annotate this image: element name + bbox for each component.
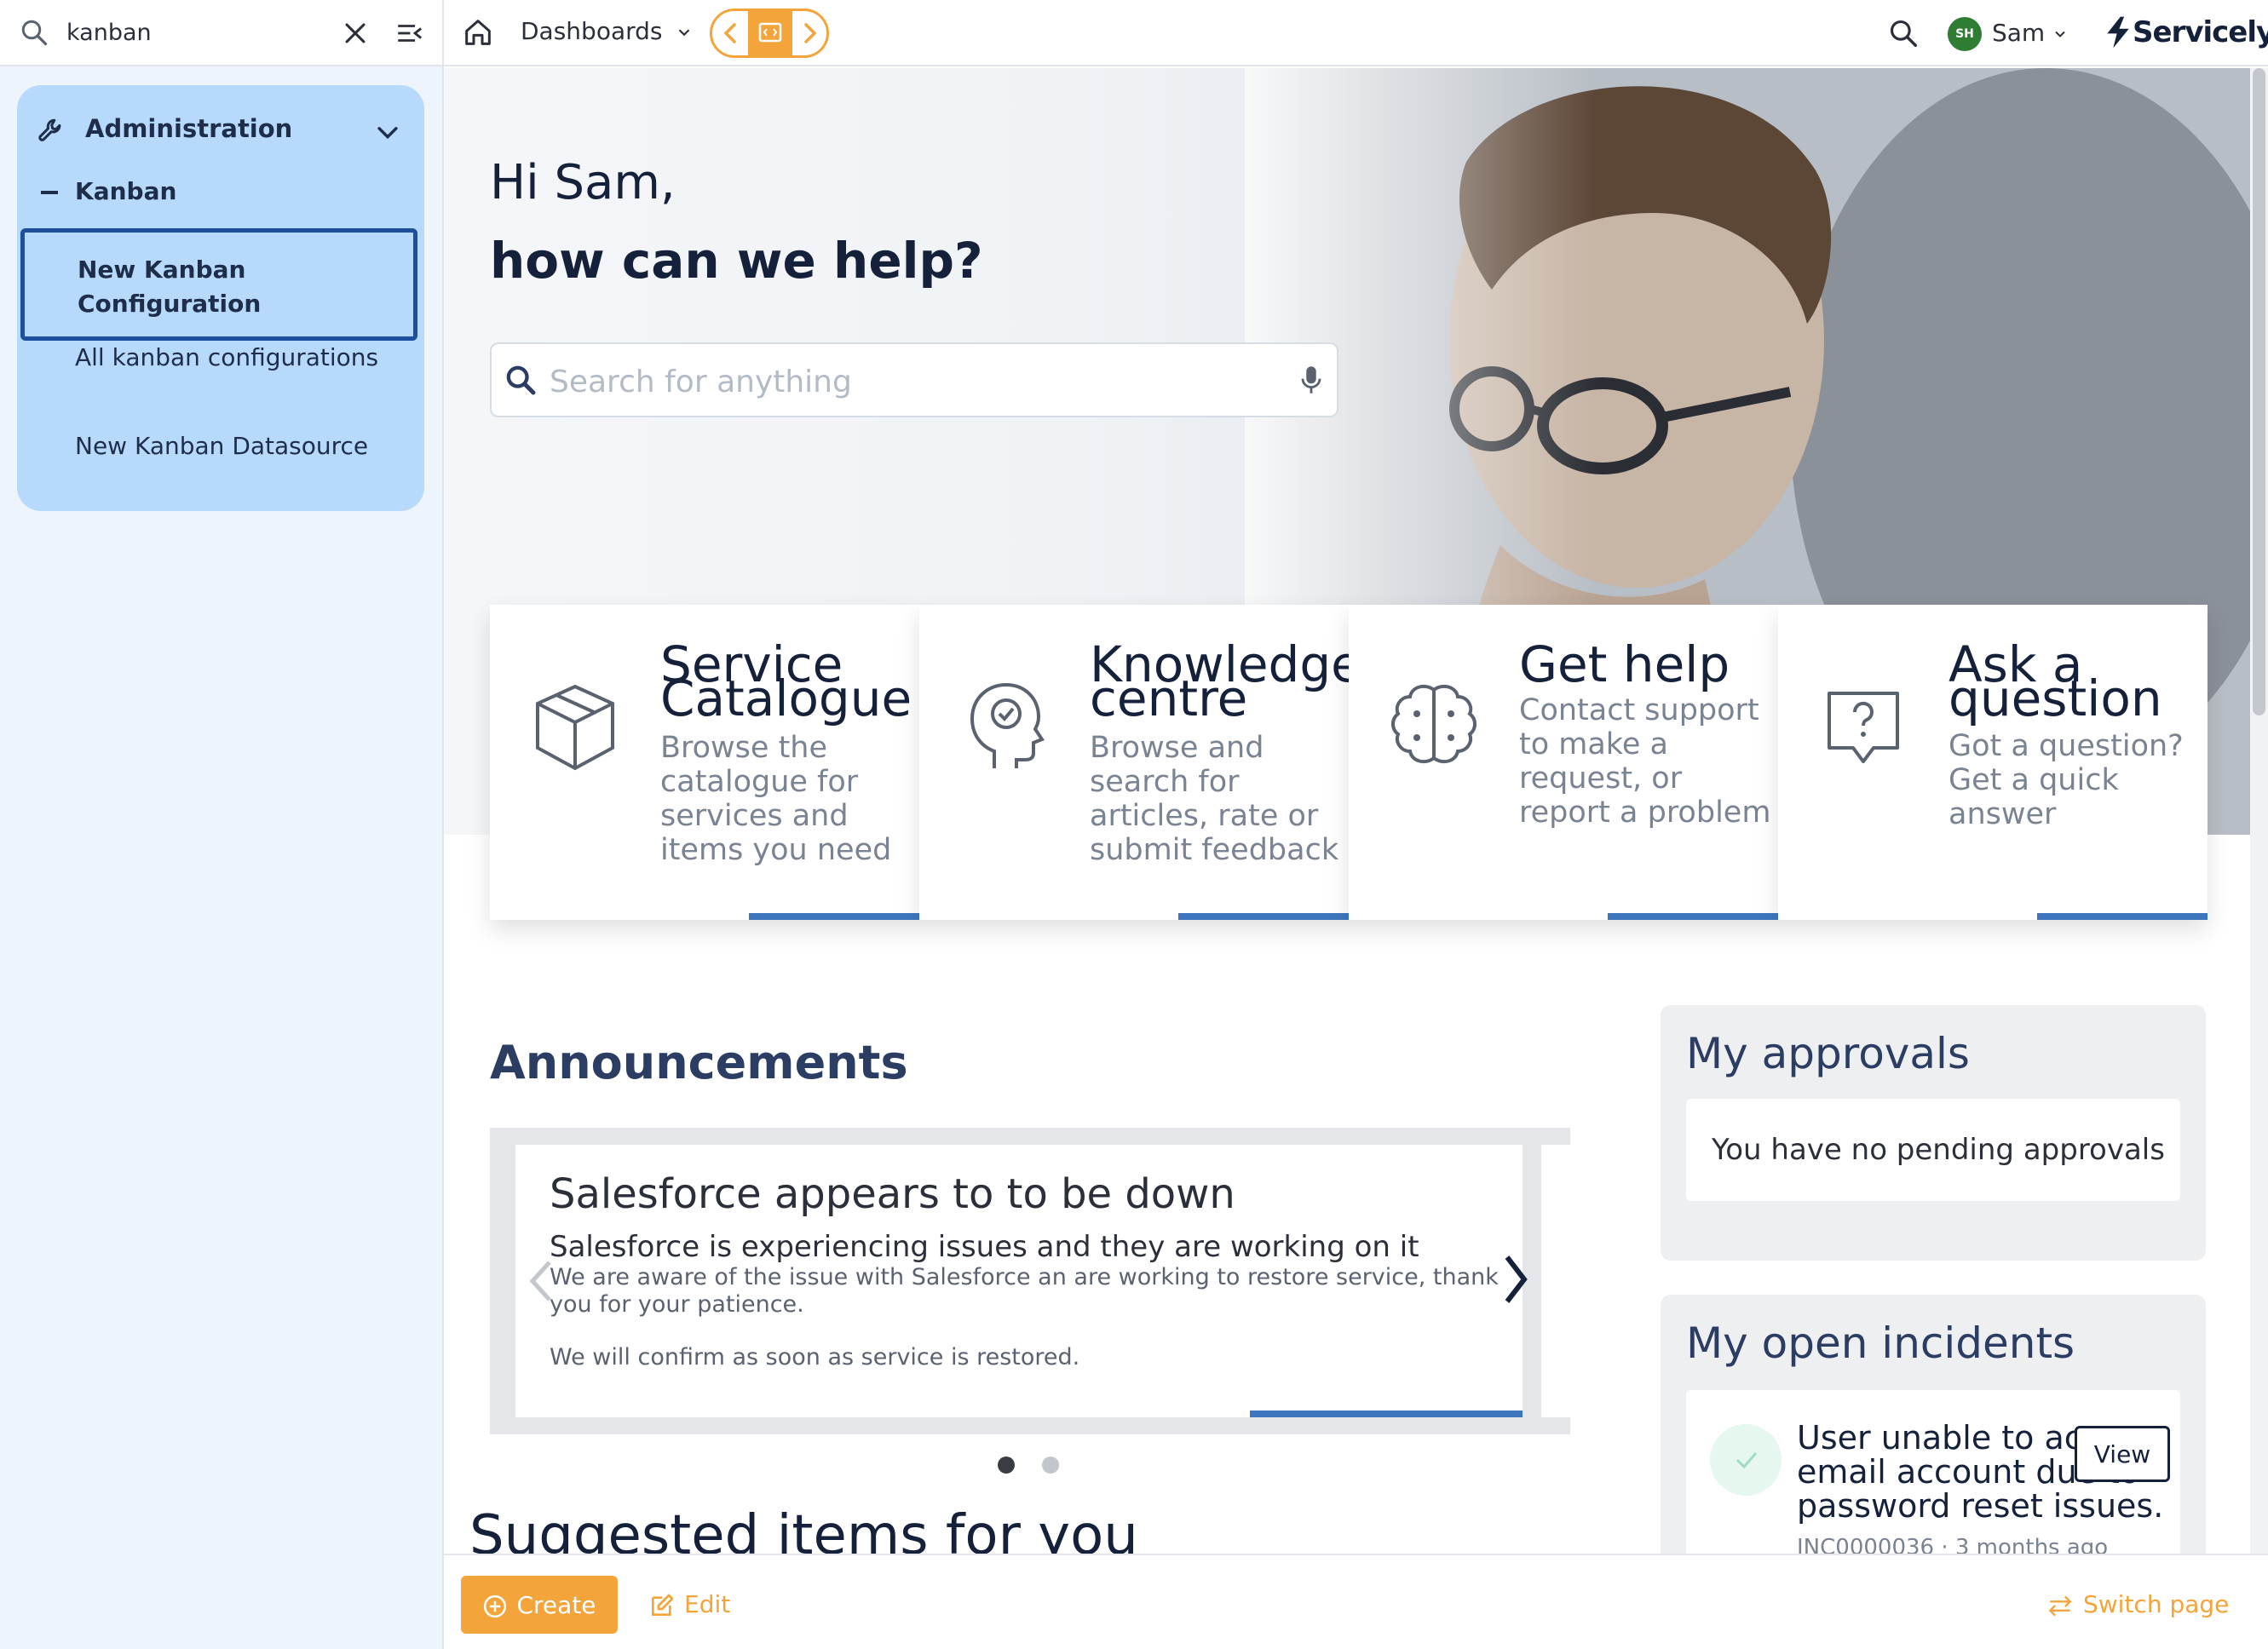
- tile-get-help[interactable]: Get help Contact support to make a reque…: [1349, 605, 1778, 920]
- brand-name: Servicely: [2133, 15, 2268, 49]
- switch-page-button[interactable]: Switch page: [2046, 1576, 2229, 1634]
- nav-item-all-kanban-configurations[interactable]: All kanban configurations: [75, 341, 399, 375]
- greeting-headline: how can we help?: [490, 232, 983, 290]
- announcement-card[interactable]: Salesforce appears to to be down Salesfo…: [515, 1145, 1523, 1417]
- chevron-left-icon[interactable]: [524, 1255, 558, 1307]
- edit-button[interactable]: Edit: [648, 1576, 730, 1634]
- page-nav-pill: [710, 9, 829, 58]
- tile-title: Service Catalogue: [660, 635, 912, 727]
- tile-accent-bar: [2037, 913, 2208, 920]
- bottom-action-bar: Create Edit Switch page: [444, 1554, 2268, 1649]
- tile-title: Ask a question: [1949, 635, 2162, 727]
- announcements-title: Announcements: [490, 1036, 908, 1089]
- incident-item[interactable]: User unable to access email account due …: [1686, 1390, 2180, 1554]
- search-icon: [21, 20, 48, 46]
- tile-title: Knowledge centre: [1090, 635, 1361, 727]
- scrollbar-thumb[interactable]: [2253, 68, 2265, 715]
- nav-item-new-kanban-configuration[interactable]: New Kanban Configuration: [20, 228, 417, 341]
- filter-bar: [0, 0, 442, 66]
- filter-navigator-panel: Administration Kanban New Kanban Configu…: [0, 0, 444, 1649]
- plus-circle-icon: [484, 1594, 507, 1617]
- announcement-subheading: Salesforce is experiencing issues and th…: [550, 1230, 1419, 1264]
- box-icon: [536, 684, 614, 771]
- nav-section-administration[interactable]: Administration: [17, 102, 424, 158]
- my-open-incidents-panel: My open incidents User unable to access …: [1661, 1295, 2206, 1554]
- edit-label: Edit: [684, 1590, 731, 1618]
- dashboards-label: Dashboards: [521, 17, 663, 45]
- announcement-body-2: We will confirm as soon as service is re…: [550, 1344, 1080, 1370]
- dashboards-menu[interactable]: Dashboards: [521, 17, 694, 51]
- wrench-icon: [38, 118, 61, 141]
- tile-description: Contact support to make a request, or re…: [1519, 693, 1771, 830]
- switch-label: Switch page: [2083, 1590, 2230, 1618]
- avatar: SH: [1948, 17, 1982, 51]
- chevron-down-icon: [679, 29, 690, 37]
- microphone-icon[interactable]: [1296, 363, 1327, 397]
- collapse-dash-icon: [41, 191, 58, 194]
- nav-group-label: Kanban: [75, 177, 177, 205]
- chevron-down-icon: [377, 127, 398, 140]
- tile-accent-bar: [1178, 913, 1349, 920]
- portal-main: Hi Sam, how can we help? Service Catalog…: [444, 68, 2268, 1554]
- search-icon[interactable]: [1887, 17, 1920, 49]
- top-bar: Dashboards SH Sam Servicely: [444, 0, 2268, 66]
- edit-icon: [652, 1594, 674, 1616]
- announcement-body: We are aware of the issue with Salesforc…: [550, 1264, 1499, 1318]
- brain-icon: [1391, 684, 1477, 764]
- switch-arrows-icon: [2048, 1595, 2072, 1617]
- question-bubble-icon: [1828, 692, 1899, 763]
- collapse-menu-icon[interactable]: [394, 19, 424, 48]
- close-icon[interactable]: [341, 19, 370, 48]
- carousel-dot-active[interactable]: [998, 1457, 1015, 1474]
- chevron-right-icon[interactable]: [1485, 1237, 1545, 1322]
- tile-ask-a-question[interactable]: Ask a question Got a question? Get a qui…: [1778, 605, 2208, 920]
- nav-section-label: Administration: [85, 114, 293, 143]
- announcement-accent-bar: [1250, 1411, 1523, 1417]
- chevron-right-icon[interactable]: [792, 11, 828, 55]
- carousel-dot[interactable]: [1042, 1457, 1059, 1474]
- portal-search-input[interactable]: [550, 358, 1248, 405]
- nav-item-label: New Kanban Configuration: [78, 256, 262, 318]
- approvals-empty-text: You have no pending approvals: [1712, 1133, 2165, 1167]
- create-button[interactable]: Create: [461, 1576, 618, 1634]
- suggested-items-title: Suggested items for you: [469, 1504, 1138, 1554]
- scrollbar[interactable]: [2250, 68, 2268, 1554]
- tile-knowledge-centre[interactable]: Knowledge centre Browse and search for a…: [919, 605, 1361, 920]
- create-label: Create: [516, 1590, 596, 1619]
- filter-navigator-input[interactable]: [66, 14, 322, 51]
- my-approvals-panel: My approvals You have no pending approva…: [1661, 1005, 2206, 1261]
- tile-description: Browse the catalogue for services and it…: [660, 731, 892, 867]
- announcements-carousel: Salesforce appears to to be down Salesfo…: [490, 1128, 1575, 1434]
- nav-group-kanban[interactable]: Kanban: [17, 167, 424, 218]
- nav-menu-card: Administration Kanban New Kanban Configu…: [17, 85, 424, 511]
- incident-meta: INC0000036 · 3 months ago: [1797, 1535, 2109, 1554]
- portal-search-box: [490, 342, 1338, 417]
- incidents-title: My open incidents: [1686, 1319, 2075, 1368]
- tile-accent-bar: [749, 913, 919, 920]
- user-name: Sam: [1992, 19, 2046, 47]
- chevron-down-icon: [2055, 31, 2065, 37]
- tile-service-catalogue[interactable]: Service Catalogue Browse the catalogue f…: [490, 605, 919, 920]
- search-icon: [506, 365, 536, 395]
- tile-description: Browse and search for articles, rate or …: [1090, 731, 1339, 867]
- tile-description: Got a question? Get a quick answer: [1949, 729, 2184, 831]
- approvals-title: My approvals: [1686, 1029, 1970, 1078]
- code-page-icon[interactable]: [748, 11, 792, 55]
- announcement-heading: Salesforce appears to to be down: [550, 1170, 1235, 1218]
- announcement-card-peek: [1541, 1145, 1575, 1417]
- check-circle-icon: [1710, 1424, 1782, 1496]
- nav-item-new-kanban-datasource[interactable]: New Kanban Datasource: [75, 429, 416, 463]
- home-icon[interactable]: [461, 15, 495, 49]
- tile-accent-bar: [1608, 913, 1778, 920]
- head-check-icon: [970, 682, 1045, 768]
- bolt-logo-icon: [2107, 16, 2129, 49]
- chevron-left-icon[interactable]: [712, 11, 748, 55]
- view-incident-button[interactable]: View: [2075, 1426, 2170, 1482]
- tile-title: Get help: [1519, 635, 1730, 693]
- approvals-empty-state: You have no pending approvals: [1686, 1099, 2180, 1201]
- greeting-text: Hi Sam,: [490, 155, 676, 210]
- servicely-logo: Servicely: [2104, 12, 2268, 55]
